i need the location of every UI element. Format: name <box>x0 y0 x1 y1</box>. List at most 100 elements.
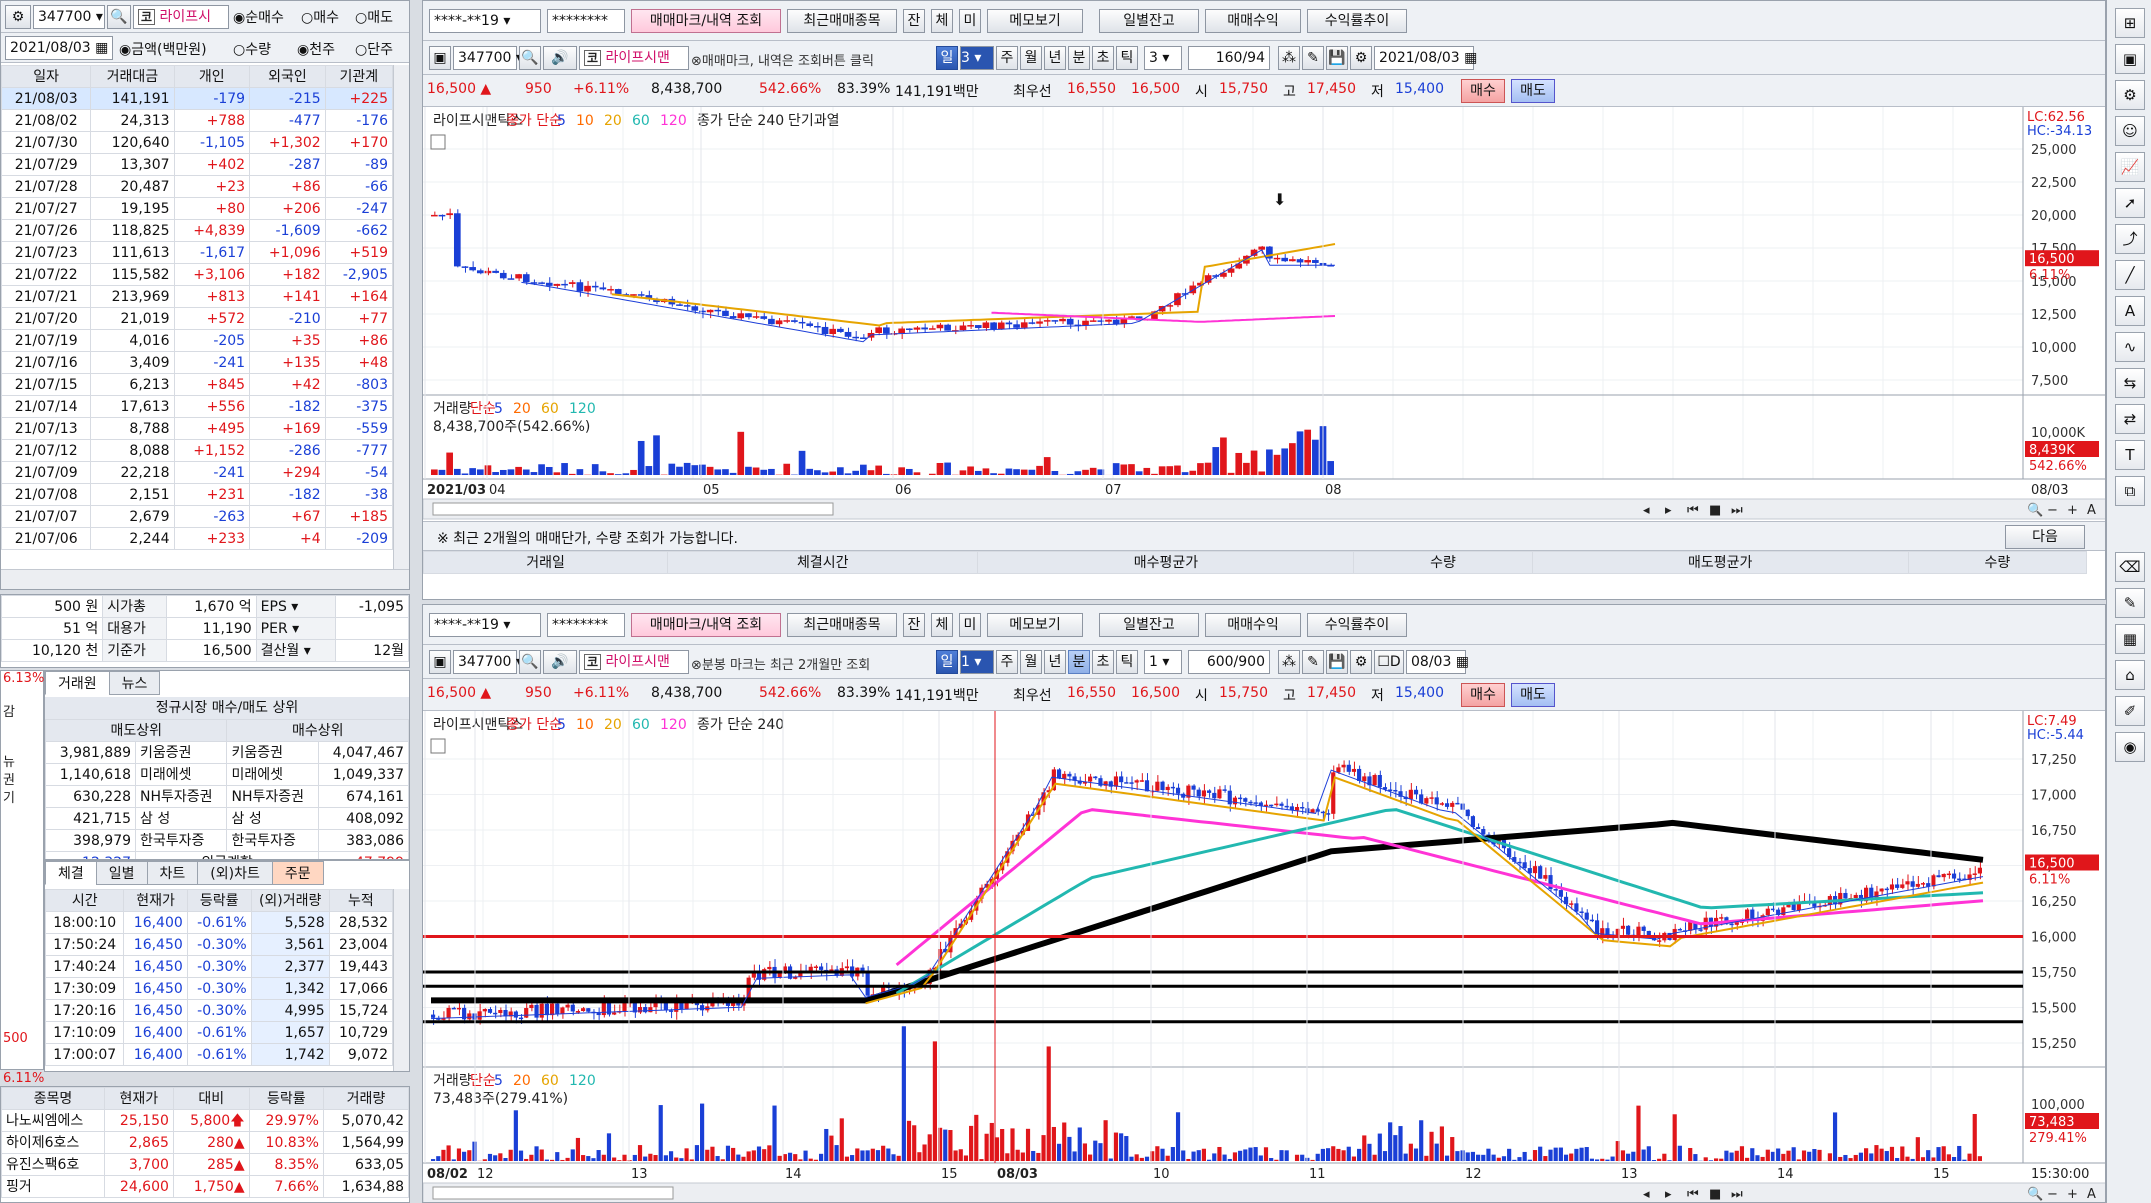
zoom-icon[interactable]: + <box>2067 1187 2078 1202</box>
period-5[interactable]: 분 <box>1068 46 1090 70</box>
draw-icon[interactable]: ✎ <box>1302 650 1324 674</box>
period-0[interactable]: 일 <box>936 650 958 674</box>
table-row[interactable]: 유진스팩6호 3,700 ▲285 8.35% 633,05 <box>1 1153 409 1176</box>
account-select[interactable]: ****-**19 ▾ <box>429 613 541 637</box>
pen-icon[interactable]: ✎ <box>2115 588 2145 618</box>
scroll-control-icon[interactable]: ⏮ <box>1687 503 1699 518</box>
palette-icon[interactable]: ◉ <box>2115 732 2145 762</box>
table-row[interactable]: 21/07/28 20,487 +23 +86 -66 <box>1 175 394 198</box>
radio-sell[interactable]: ○매도 <box>355 7 393 27</box>
tab-trade-4[interactable]: 주문 <box>271 861 324 885</box>
table-row[interactable]: 21/07/08 2,151 +231 -182 -38 <box>1 483 394 506</box>
chart-icon[interactable]: 📈 <box>2115 152 2145 182</box>
radio-unit[interactable]: ○단주 <box>355 39 393 59</box>
settings-icon[interactable]: ⚙ <box>1350 650 1372 674</box>
table-row[interactable]: 21/07/29 13,307 +402 -287 -89 <box>1 153 394 176</box>
d-toggle[interactable]: ☐D <box>1374 650 1404 674</box>
pending-button[interactable]: 미 <box>959 9 981 33</box>
scroll-control-icon[interactable]: ◂ <box>1643 1187 1650 1202</box>
chart-code-input[interactable]: 347700 ▾ <box>453 46 523 70</box>
table-row[interactable]: 21/07/15 6,213 +845 +42 -803 <box>1 373 394 396</box>
date-input[interactable]: 2021/08/03 ▦ <box>5 36 113 60</box>
cursor-icon[interactable]: ➚ <box>2115 188 2145 218</box>
bar-count-input[interactable]: 600/900 <box>1188 650 1270 674</box>
period-7[interactable]: 틱 <box>1116 46 1138 70</box>
period-count-select[interactable]: 1 ▾ <box>1144 650 1182 674</box>
daily-chart[interactable]: 25,00022,50020,00017,50015,00012,50010,0… <box>423 107 2106 527</box>
sound-icon[interactable]: 🔊 <box>543 650 577 674</box>
trade-profit-button[interactable]: 매매수익 <box>1205 9 1301 33</box>
stock-name-field[interactable]: 코 라이프시 <box>133 5 229 29</box>
radio-thousand[interactable]: ◉천주 <box>297 39 335 59</box>
buy-button[interactable]: 매수 <box>1461 79 1505 103</box>
trade-mark-button[interactable]: 매매마크/내역 조회 <box>631 613 781 637</box>
password-field[interactable]: ******** <box>547 613 625 637</box>
return-trend-button[interactable]: 수익률추이 <box>1307 9 1407 33</box>
table-row[interactable]: 21/07/30 120,640 -1,105 +1,302 +170 <box>1 131 394 154</box>
period-2[interactable]: 주 <box>996 46 1018 70</box>
filled-button[interactable]: 체 <box>931 9 953 33</box>
chart-scroll-thumb[interactable] <box>432 1186 674 1200</box>
trade-profit-button[interactable]: 매매수익 <box>1205 613 1301 637</box>
table-row[interactable]: 21/07/19 4,016 -205 +35 +86 <box>1 329 394 352</box>
scroll-control-icon[interactable]: ■ <box>1709 1187 1721 1202</box>
tab-news[interactable]: 뉴스 <box>108 671 161 695</box>
investor-col-2[interactable]: 개인 <box>173 65 251 88</box>
account-icon[interactable]: ☺ <box>2115 116 2145 146</box>
scroll-control-icon[interactable]: ⏭ <box>1731 503 1743 518</box>
investor-col-0[interactable]: 일자 <box>1 65 92 88</box>
period-count-select[interactable]: 3 ▾ <box>1144 46 1182 70</box>
zoom-icon[interactable]: A <box>2087 503 2096 518</box>
auto-icon[interactable]: A <box>2115 296 2145 326</box>
tab-broker[interactable]: 거래원 <box>45 671 110 695</box>
search-icon[interactable]: 🔍 <box>519 46 541 70</box>
account-select[interactable]: ****-**19 ▾ <box>429 9 541 33</box>
tab-trade-2[interactable]: 차트 <box>146 861 199 885</box>
period-3[interactable]: 월 <box>1020 46 1042 70</box>
scroll-control-icon[interactable]: ⏮ <box>1687 1187 1699 1202</box>
radio-net-buy[interactable]: ◉순매수 <box>233 7 284 27</box>
period-0[interactable]: 일 <box>936 46 958 70</box>
table-row[interactable]: 21/07/26 118,825 +4,839 -1,609 -662 <box>1 219 394 242</box>
radio-buy[interactable]: ○매수 <box>301 7 339 27</box>
next-button[interactable]: 다음 <box>2005 525 2085 549</box>
period-6[interactable]: 초 <box>1092 650 1114 674</box>
sell-button[interactable]: 매도 <box>1511 683 1555 707</box>
zoom-icon[interactable]: − <box>2047 1187 2058 1202</box>
memo-button[interactable]: 메모보기 <box>987 9 1083 33</box>
chart-code-input[interactable]: 347700 ▾ <box>453 650 523 674</box>
tab-trade-1[interactable]: 일별 <box>95 861 148 885</box>
table-row[interactable]: 핑거 24,600 ▲1,750 7.66% 1,634,88 <box>1 1175 409 1198</box>
period-7[interactable]: 틱 <box>1116 650 1138 674</box>
pending-button[interactable]: 미 <box>959 613 981 637</box>
investor-hscrollbar[interactable] <box>1 569 409 589</box>
filled-button[interactable]: 체 <box>931 613 953 637</box>
draw-icon[interactable]: ✐ <box>2115 696 2145 726</box>
zoom-icon[interactable]: − <box>2047 503 2058 518</box>
wave-icon[interactable]: ∿ <box>2115 332 2145 362</box>
period-5[interactable]: 분 <box>1068 650 1090 674</box>
sound-icon[interactable]: 🔊 <box>543 46 577 70</box>
period-4[interactable]: 년 <box>1044 650 1066 674</box>
table-row[interactable]: 21/07/07 2,679 -263 +67 +185 <box>1 505 394 528</box>
layout-icon[interactable]: ▣ <box>429 650 451 674</box>
table-row[interactable]: 하이제6호스 2,865 ▲280 10.83% 1,564,99 <box>1 1131 409 1154</box>
buy-button[interactable]: 매수 <box>1461 683 1505 707</box>
recent-trades-button[interactable]: 최근매매종목 <box>787 613 897 637</box>
investor-col-1[interactable]: 거래대금 <box>90 65 175 88</box>
chart-date-input[interactable]: 08/03 ▦ <box>1406 650 1469 674</box>
chart-menu-icon[interactable] <box>430 738 446 754</box>
scroll-control-icon[interactable]: ▸ <box>1665 1187 1672 1202</box>
chart-name-field[interactable]: 코 라이프시맨 <box>579 650 689 674</box>
table-row[interactable]: 21/08/03 141,191 -179 -215 +225 <box>1 87 394 110</box>
search-icon[interactable]: 🔍 <box>107 5 131 29</box>
scroll-control-icon[interactable]: ◂ <box>1643 503 1650 518</box>
trend-icon[interactable]: ⤴ <box>2115 224 2145 254</box>
table-row[interactable]: 21/07/14 17,613 +556 -182 -375 <box>1 395 394 418</box>
indicator-icon[interactable]: ⁂ <box>1278 650 1300 674</box>
daily-balance-button[interactable]: 일별잔고 <box>1099 613 1199 637</box>
table-row[interactable]: 21/07/23 111,613 -1,617 +1,096 +519 <box>1 241 394 264</box>
table-row[interactable]: 21/07/27 19,195 +80 +206 -247 <box>1 197 394 220</box>
tag-icon[interactable]: ⌂ <box>2115 660 2145 690</box>
scroll-control-icon[interactable]: ▸ <box>1665 503 1672 518</box>
